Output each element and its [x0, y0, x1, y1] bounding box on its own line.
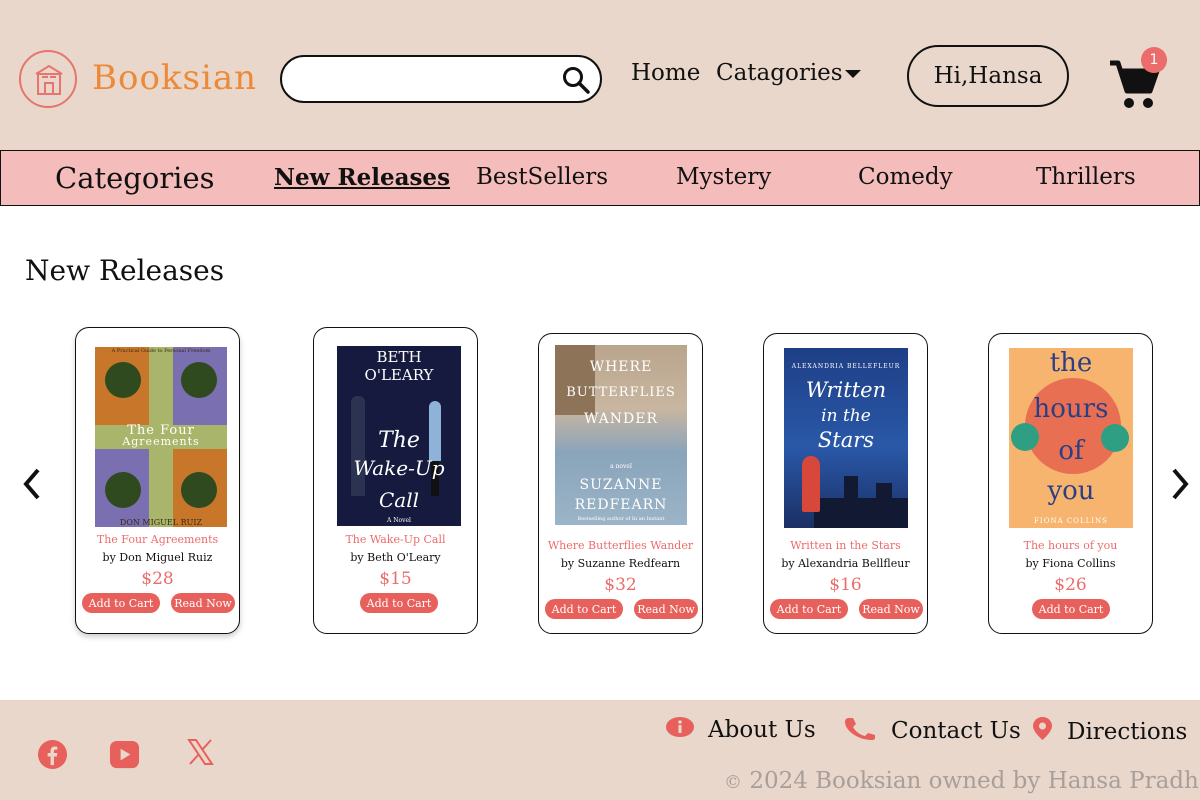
chevron-left-icon[interactable]	[22, 467, 42, 501]
cover-title-line: the	[1049, 348, 1093, 378]
category-mystery[interactable]: Mystery	[676, 164, 771, 190]
cover-author: FIONA COLLINS	[1034, 517, 1108, 525]
book-price: $32	[604, 575, 637, 595]
book-title[interactable]: Where Butterflies Wander	[539, 539, 702, 552]
book-title[interactable]: The Four Agreements	[76, 533, 239, 546]
cover-title-line: Call	[378, 488, 420, 512]
cover-author: DON MIGUEL RUIZ	[119, 518, 203, 527]
read-now-button[interactable]: Read Now	[859, 599, 923, 619]
cover-tagline: A Practical Guide to Personal Freedom	[111, 348, 211, 354]
category-bestsellers[interactable]: BestSellers	[476, 164, 608, 190]
add-to-cart-button[interactable]: Add to Cart	[82, 593, 160, 613]
add-to-cart-button[interactable]: Add to Cart	[1032, 599, 1110, 619]
nav-categories-dropdown[interactable]: Catagories	[716, 60, 843, 86]
book-cover[interactable]: the hours of you FIONA COLLINS	[1009, 348, 1133, 528]
cover-title-line: WHERE	[589, 359, 653, 375]
cover-title-line: Agreements	[122, 435, 200, 448]
book-price: $26	[1054, 575, 1087, 595]
book-title[interactable]: The hours of you	[989, 539, 1152, 552]
directions-link[interactable]: Directions	[1032, 716, 1187, 747]
cover-title-line: in the	[821, 406, 871, 426]
cover-title-line: BUTTERFLIES	[566, 385, 676, 400]
header: Booksian Home Catagories Hi,Hansa 1	[0, 0, 1200, 150]
nav-home-link[interactable]: Home	[631, 60, 700, 86]
cover-title-line: The	[378, 428, 420, 453]
chevron-right-icon[interactable]	[1170, 467, 1190, 501]
about-us-label: About Us	[708, 717, 816, 743]
cover-title-line: you	[1047, 476, 1095, 506]
book-cover[interactable]: BETH O'LEARY The Wake-Up Call A Novel	[337, 346, 461, 526]
cover-subtitle: A Novel	[387, 517, 411, 524]
footer: About Us Contact Us Directions © 2024 Bo…	[0, 700, 1200, 800]
contact-us-link[interactable]: Contact Us	[843, 716, 1021, 746]
book-card[interactable]: A Practical Guide to Personal Freedom Th…	[75, 327, 240, 634]
cart-count-badge: 1	[1141, 47, 1167, 73]
location-pin-icon	[1032, 716, 1053, 747]
book-author: by Beth O'Leary	[350, 551, 441, 564]
book-price: $16	[829, 575, 862, 595]
search-input[interactable]	[298, 65, 548, 93]
book-author: by Fiona Collins	[1025, 557, 1116, 570]
book-author: by Suzanne Redfearn	[560, 557, 681, 570]
cover-tagline: Bestselling author of In an Instant	[577, 516, 665, 522]
cover-author: REDFEARN	[574, 497, 668, 513]
add-to-cart-button[interactable]: Add to Cart	[360, 593, 438, 613]
cover-title-line: Stars	[817, 428, 875, 452]
category-comedy[interactable]: Comedy	[858, 164, 953, 190]
search-bar	[280, 55, 602, 103]
cover-author: O'LEARY	[364, 366, 434, 384]
about-us-link[interactable]: About Us	[666, 716, 816, 744]
category-thrillers[interactable]: Thrillers	[1036, 164, 1136, 190]
category-new-releases[interactable]: New Releases	[274, 164, 450, 191]
book-card[interactable]: WHERE BUTTERFLIES WANDER a novel SUZANNE…	[538, 333, 703, 634]
add-to-cart-button[interactable]: Add to Cart	[770, 599, 848, 619]
copyright-text: © 2024 Booksian owned by Hansa Pradhan	[724, 768, 1200, 794]
cover-title-line: WANDER	[583, 411, 659, 427]
cover-author: SUZANNE	[579, 477, 663, 493]
copyright-symbol: ©	[724, 772, 742, 793]
cover-subtitle: a novel	[610, 463, 632, 470]
book-cover[interactable]: ALEXANDRIA BELLEFLEUR Written in the Sta…	[784, 348, 908, 528]
book-cover[interactable]: A Practical Guide to Personal Freedom Th…	[95, 347, 227, 527]
brand-name[interactable]: Booksian	[92, 58, 257, 98]
book-cover[interactable]: WHERE BUTTERFLIES WANDER a novel SUZANNE…	[555, 345, 687, 525]
read-now-button[interactable]: Read Now	[171, 593, 235, 613]
cover-title-line: hours	[1033, 394, 1109, 424]
category-bar-title: Categories	[55, 161, 215, 195]
book-card[interactable]: BETH O'LEARY The Wake-Up Call A Novel Th…	[313, 327, 478, 634]
youtube-icon[interactable]	[109, 739, 140, 774]
caret-down-icon[interactable]	[845, 70, 861, 78]
book-title[interactable]: The Wake-Up Call	[314, 533, 477, 546]
info-icon	[666, 716, 694, 744]
book-price: $28	[141, 569, 174, 589]
search-icon[interactable]	[560, 65, 592, 95]
directions-label: Directions	[1067, 718, 1188, 745]
x-twitter-icon[interactable]	[187, 738, 214, 770]
cover-title-line: of	[1058, 436, 1084, 466]
phone-icon	[843, 716, 877, 746]
copyright-label: 2024 Booksian owned by Hansa Pradhan	[749, 768, 1200, 794]
add-to-cart-button[interactable]: Add to Cart	[545, 599, 623, 619]
user-greeting-button[interactable]: Hi,Hansa	[907, 45, 1069, 107]
read-now-button[interactable]: Read Now	[634, 599, 698, 619]
book-card[interactable]: ALEXANDRIA BELLEFLEUR Written in the Sta…	[763, 333, 928, 634]
book-author: by Alexandria Bellfleur	[781, 557, 910, 570]
facebook-icon[interactable]	[37, 739, 68, 774]
cover-title-line: Wake-Up	[353, 456, 445, 480]
bookstore-logo-icon[interactable]	[19, 50, 77, 108]
book-title[interactable]: Written in the Stars	[764, 539, 927, 552]
book-price: $15	[379, 569, 412, 589]
book-author: by Don Miguel Ruiz	[102, 551, 213, 564]
section-title: New Releases	[25, 254, 225, 287]
cover-author: ALEXANDRIA BELLEFLEUR	[791, 363, 901, 370]
book-card[interactable]: the hours of you FIONA COLLINS The hours…	[988, 333, 1153, 634]
category-bar: Categories New Releases BestSellers Myst…	[0, 150, 1200, 206]
cover-author: BETH	[376, 348, 422, 366]
contact-us-label: Contact Us	[891, 718, 1021, 744]
cover-title-line: Written	[805, 378, 887, 402]
